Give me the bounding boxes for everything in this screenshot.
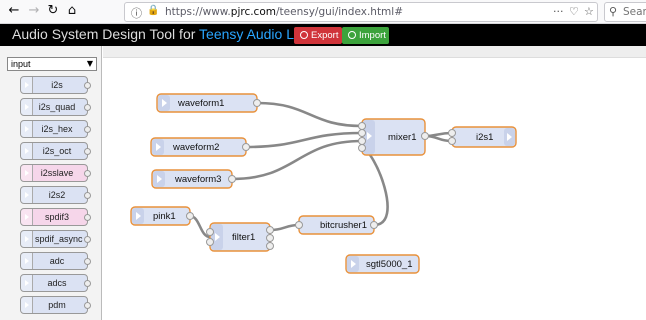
node-bitcrusher1[interactable]: bitcrusher1 xyxy=(295,215,378,235)
bitcrusher1-label: bitcrusher1 xyxy=(320,220,367,231)
waveform1-label: waveform1 xyxy=(177,98,224,109)
node-waveform2[interactable]: waveform2 xyxy=(150,137,250,157)
node-mixer1[interactable]: mixer1 xyxy=(358,118,429,156)
wire-bitcrusher1-mixer1[interactable] xyxy=(361,146,389,227)
wire-filter1-bitcrusher1[interactable] xyxy=(269,223,300,232)
wire-waveform1-mixer1[interactable] xyxy=(256,101,363,128)
waveform3-label: waveform3 xyxy=(174,174,221,185)
filter1-label: filter1 xyxy=(232,232,255,243)
mixer1-label: mixer1 xyxy=(388,132,417,143)
node-i2s1[interactable]: i2s1 xyxy=(448,126,517,148)
wire-mixer1-i2s1-right[interactable] xyxy=(424,134,453,143)
pink1-label: pink1 xyxy=(153,211,176,222)
node-waveform1[interactable]: waveform1 xyxy=(156,93,261,113)
sgtl5000-1-label: sgtl5000_1 xyxy=(366,259,412,270)
node-filter1[interactable]: filter1 xyxy=(206,222,274,252)
node-waveform3[interactable]: waveform3 xyxy=(151,169,236,189)
flow-canvas[interactable]: waveform1 waveform2 waveform3 pink1 filt… xyxy=(0,0,646,320)
node-sgtl5000-1[interactable]: sgtl5000_1 xyxy=(345,254,420,274)
wire-waveform2-mixer1[interactable] xyxy=(245,131,363,149)
i2s1-label: i2s1 xyxy=(476,132,493,143)
node-pink1[interactable]: pink1 xyxy=(130,206,194,226)
waveform2-label: waveform2 xyxy=(172,142,219,153)
